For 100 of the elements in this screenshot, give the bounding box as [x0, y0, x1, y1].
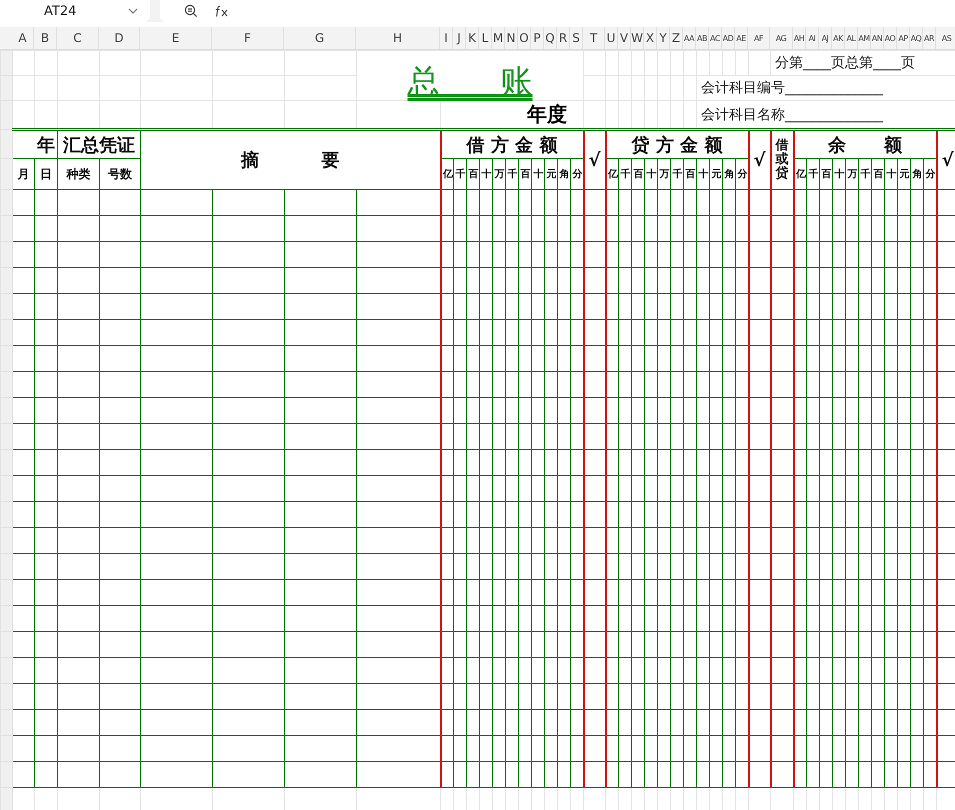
column-heading: 摘 要: [240, 150, 340, 171]
column-header[interactable]: AA: [684, 34, 694, 42]
column-header[interactable]: AF: [754, 34, 764, 42]
digit-unit-heading: 十: [886, 169, 896, 180]
digit-unit-heading: 千: [672, 169, 682, 180]
digit-unit-heading: 万: [848, 169, 857, 180]
ledger-title: 总 账: [408, 62, 533, 100]
column-header[interactable]: AE: [736, 34, 746, 42]
column-header[interactable]: AD: [722, 34, 734, 42]
digit-unit-heading: 万: [660, 169, 669, 180]
digit-unit-heading: 分: [737, 169, 746, 180]
column-heading: 余 额: [828, 134, 902, 156]
digit-unit-heading: 十: [834, 169, 844, 180]
check-mark-heading: √: [588, 150, 601, 170]
digit-unit-heading: 角: [724, 169, 734, 180]
digit-unit-heading: 万: [494, 169, 504, 180]
column-heading: 年: [37, 134, 55, 156]
digit-unit-heading: 元: [712, 169, 721, 180]
digit-unit-heading: 千: [808, 169, 818, 180]
column-header[interactable]: L: [482, 31, 488, 45]
column-header[interactable]: W: [631, 31, 643, 45]
column-header[interactable]: AK: [833, 34, 843, 42]
digit-unit-heading: 元: [900, 169, 909, 180]
caret-icon[interactable]: [128, 8, 138, 14]
digit-unit-heading: 千: [860, 169, 870, 180]
column-heading: 借 方 金 额: [466, 134, 558, 156]
column-header[interactable]: X: [646, 31, 654, 45]
zoom-out-icon[interactable]: [184, 4, 198, 18]
column-header[interactable]: AH: [794, 34, 804, 42]
check-mark-heading: √: [754, 150, 766, 170]
digit-unit-heading: 百: [686, 169, 695, 180]
account-name-label: 会计科目名称______________: [701, 106, 884, 122]
digit-unit-heading: 百: [468, 169, 478, 180]
column-header[interactable]: AN: [872, 34, 882, 42]
column-header[interactable]: V: [620, 31, 628, 45]
account-code-label: 会计科目编号______________: [701, 80, 884, 96]
column-header[interactable]: J: [457, 31, 461, 45]
column-header[interactable]: AL: [846, 34, 856, 42]
column-header[interactable]: O: [519, 31, 529, 45]
column-header[interactable]: S: [572, 31, 580, 45]
column-header[interactable]: AC: [710, 34, 720, 42]
digit-unit-heading: 千: [456, 169, 464, 180]
column-header[interactable]: K: [468, 31, 476, 45]
column-header[interactable]: AJ: [822, 34, 828, 42]
column-header[interactable]: R: [558, 31, 568, 45]
column-header[interactable]: G: [314, 31, 324, 45]
column-heading: 借或贷: [776, 138, 789, 182]
digit-unit-heading: 十: [534, 169, 542, 180]
check-mark-heading: √: [942, 150, 954, 170]
column-heading: 贷 方 金 额: [632, 134, 722, 156]
column-heading: 号数: [108, 166, 132, 180]
column-header[interactable]: I: [444, 31, 448, 45]
column-header[interactable]: AR: [924, 34, 934, 42]
column-header[interactable]: P: [533, 31, 541, 45]
column-header[interactable]: Z: [672, 31, 680, 45]
digit-unit-heading: 角: [560, 169, 568, 180]
column-header[interactable]: AQ: [910, 34, 922, 42]
column-heading: 日: [40, 166, 52, 180]
column-header[interactable]: Q: [545, 31, 555, 45]
digit-unit-heading: 元: [546, 169, 556, 180]
column-header[interactable]: AI: [808, 34, 816, 42]
column-header[interactable]: F: [244, 31, 251, 45]
column-header[interactable]: C: [73, 31, 82, 45]
column-header[interactable]: H: [392, 31, 402, 45]
column-header[interactable]: Y: [659, 31, 667, 45]
column-header[interactable]: U: [606, 31, 616, 45]
column-header[interactable]: D: [114, 31, 124, 45]
digit-unit-heading: 十: [698, 169, 708, 180]
digit-unit-heading: 十: [482, 169, 490, 180]
column-header[interactable]: AP: [898, 34, 908, 42]
column-header[interactable]: M: [492, 31, 504, 45]
column-heading: 汇总凭证: [63, 134, 135, 156]
page-number-label: 分第____页总第____页: [775, 55, 916, 71]
year-label: 年度: [527, 102, 568, 126]
digit-unit-heading: 分: [572, 169, 582, 180]
column-heading: 月: [18, 166, 30, 180]
function-icon[interactable]: [214, 4, 230, 18]
column-header[interactable]: AG: [776, 34, 786, 42]
digit-unit-heading: 亿: [796, 169, 805, 180]
digit-unit-heading: 十: [646, 169, 656, 180]
column-header[interactable]: B: [40, 31, 50, 45]
digit-unit-heading: 千: [620, 169, 630, 180]
column-header[interactable]: T: [590, 31, 598, 45]
digit-unit-heading: 亿: [608, 169, 617, 180]
column-header[interactable]: N: [506, 31, 516, 45]
digit-unit-heading: 百: [634, 169, 643, 180]
digit-unit-heading: 千: [508, 169, 516, 180]
column-header[interactable]: A: [18, 31, 27, 45]
column-header[interactable]: AM: [858, 34, 870, 42]
digit-unit-heading: 百: [822, 169, 831, 180]
column-heading: 种类: [66, 166, 90, 180]
column-header[interactable]: E: [172, 31, 180, 45]
column-header[interactable]: AO: [884, 34, 896, 42]
name-box[interactable]: AT24: [0, 0, 150, 22]
digit-unit-heading: 百: [874, 169, 883, 180]
digit-unit-heading: 角: [912, 169, 922, 180]
column-header[interactable]: AB: [697, 34, 707, 42]
digit-unit-heading: 亿: [442, 169, 452, 180]
column-header[interactable]: AS: [942, 34, 952, 42]
digit-unit-heading: 分: [925, 169, 934, 180]
